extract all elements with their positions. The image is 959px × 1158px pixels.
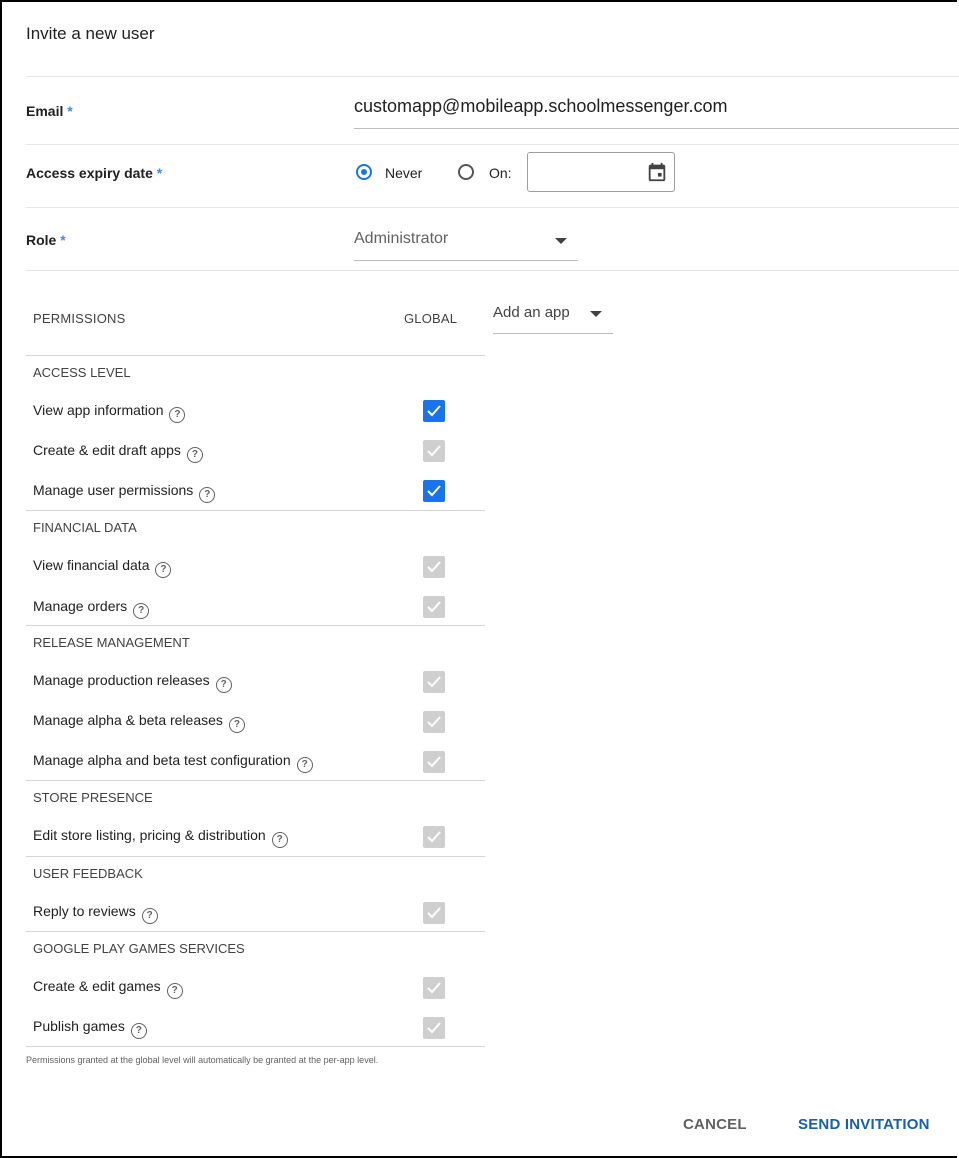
divider [26, 207, 959, 208]
radio-never-label[interactable]: Never [385, 165, 422, 181]
perm-manage-user-permissions: Manage user permissions? [33, 482, 216, 503]
checkbox-manage-user-permissions[interactable] [423, 480, 445, 502]
add-app-underline [493, 333, 613, 334]
calendar-icon[interactable] [646, 161, 668, 183]
expiry-date-input[interactable] [527, 152, 675, 192]
send-invitation-button[interactable]: SEND INVITATION [798, 1116, 930, 1133]
help-icon[interactable]: ? [169, 407, 186, 423]
help-icon[interactable]: ? [155, 562, 172, 578]
help-icon[interactable]: ? [296, 757, 313, 773]
email-input[interactable]: customapp@mobileapp.schoolmessenger.com [354, 96, 727, 117]
radio-on-label[interactable]: On: [489, 165, 512, 181]
chevron-down-icon[interactable] [555, 238, 567, 244]
checkbox-view-financial-data [423, 556, 445, 578]
help-icon[interactable]: ? [166, 983, 183, 999]
perm-manage-orders: Manage orders? [33, 598, 150, 619]
invite-user-dialog: Invite a new user Email * customapp@mobi… [0, 0, 959, 1158]
checkbox-manage-alpha-beta-test-config [423, 751, 445, 773]
divider [26, 144, 959, 145]
section-divider [26, 355, 485, 356]
role-select[interactable]: Administrator [354, 230, 448, 248]
section-access-level: ACCESS LEVEL [33, 365, 131, 380]
checkbox-view-app-information[interactable] [423, 400, 445, 422]
email-label: Email * [26, 103, 73, 119]
add-app-dropdown[interactable]: Add an app [493, 304, 570, 321]
section-divider [26, 1046, 485, 1047]
email-underline [354, 128, 959, 129]
role-label: Role * [26, 232, 66, 248]
help-icon[interactable]: ? [186, 447, 203, 463]
checkbox-edit-store-listing [423, 826, 445, 848]
checkbox-manage-alpha-beta-releases [423, 711, 445, 733]
section-user-feedback: USER FEEDBACK [33, 866, 143, 881]
perm-reply-to-reviews: Reply to reviews? [33, 903, 158, 924]
section-divider [26, 931, 485, 932]
dialog-title: Invite a new user [26, 24, 155, 43]
cancel-button[interactable]: CANCEL [683, 1116, 747, 1133]
perm-manage-production-releases: Manage production releases? [33, 672, 232, 693]
checkbox-manage-production-releases [423, 671, 445, 693]
checkbox-create-edit-draft-apps [423, 440, 445, 462]
perm-view-app-information: View app information? [33, 402, 186, 423]
divider [26, 76, 959, 77]
help-icon[interactable]: ? [271, 832, 288, 848]
help-icon[interactable]: ? [133, 603, 150, 619]
checkbox-manage-orders [423, 596, 445, 618]
perm-publish-games: Publish games? [33, 1018, 147, 1039]
help-icon[interactable]: ? [228, 717, 245, 733]
checkbox-reply-to-reviews [423, 902, 445, 924]
radio-on[interactable] [458, 164, 474, 180]
perm-manage-alpha-beta-releases: Manage alpha & beta releases? [33, 712, 245, 733]
chevron-down-icon[interactable] [590, 311, 602, 317]
help-icon[interactable]: ? [130, 1023, 147, 1039]
help-icon[interactable]: ? [215, 677, 232, 693]
section-release-management: RELEASE MANAGEMENT [33, 635, 190, 650]
help-icon[interactable]: ? [141, 908, 158, 924]
section-divider [26, 856, 485, 857]
perm-edit-store-listing: Edit store listing, pricing & distributi… [33, 827, 288, 848]
radio-never[interactable] [356, 164, 372, 180]
role-underline [354, 260, 578, 261]
section-financial-data: FINANCIAL DATA [33, 520, 137, 535]
section-divider [26, 625, 485, 626]
perm-create-edit-games: Create & edit games? [33, 978, 183, 999]
section-divider [26, 510, 485, 511]
section-divider [26, 780, 485, 781]
section-google-play-games-services: GOOGLE PLAY GAMES SERVICES [33, 941, 245, 956]
permissions-header: PERMISSIONS [33, 311, 126, 326]
perm-create-edit-draft-apps: Create & edit draft apps? [33, 442, 203, 463]
divider [26, 270, 959, 271]
global-header: GLOBAL [404, 311, 458, 326]
expiry-label: Access expiry date * [26, 165, 163, 181]
permissions-note: Permissions granted at the global level … [26, 1055, 379, 1065]
perm-view-financial-data: View financial data? [33, 557, 172, 578]
help-icon[interactable]: ? [199, 487, 216, 503]
checkbox-create-edit-games [423, 977, 445, 999]
checkbox-publish-games [423, 1017, 445, 1039]
section-store-presence: STORE PRESENCE [33, 790, 153, 805]
perm-manage-alpha-beta-test-config: Manage alpha and beta test configuration… [33, 752, 313, 773]
